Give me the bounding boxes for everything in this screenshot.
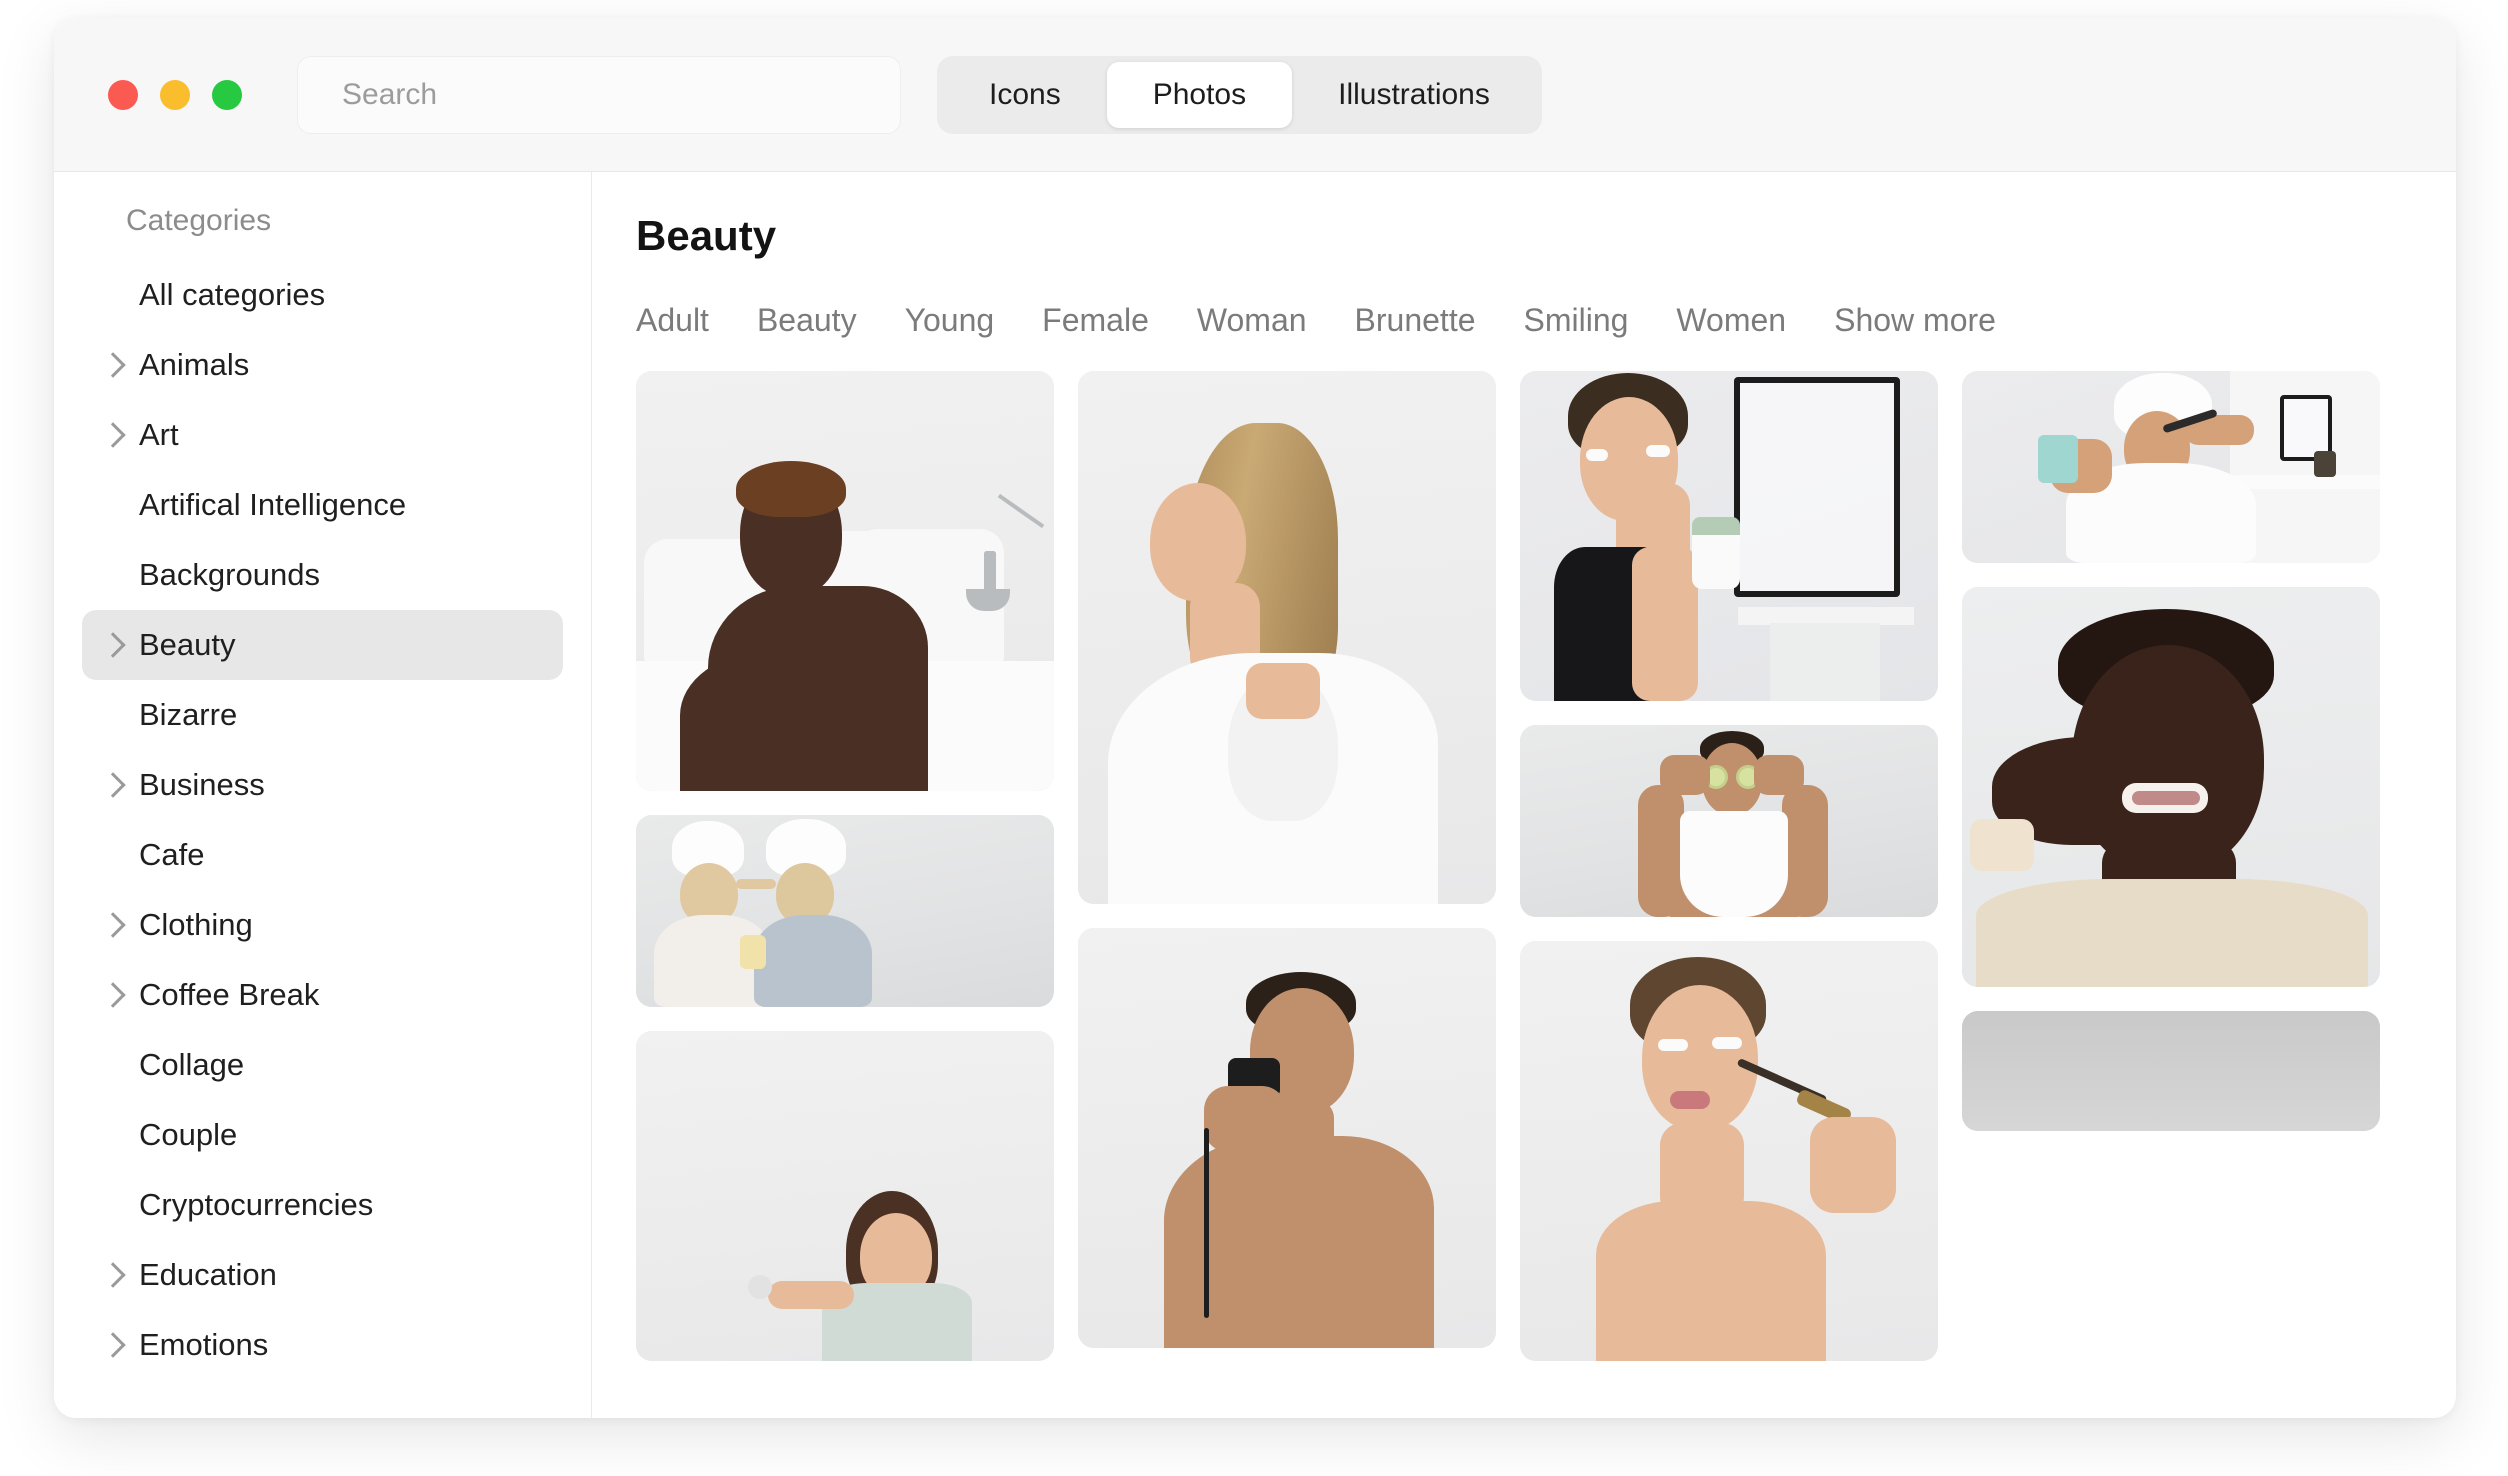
sidebar-item-cafe[interactable]: Cafe — [82, 820, 563, 890]
content-type-segmented-control: Icons Photos Illustrations — [937, 55, 1542, 134]
sidebar-item-label: Animals — [139, 347, 250, 382]
photo-card[interactable] — [1520, 725, 1938, 917]
chevron-right-icon — [100, 352, 126, 378]
photo-thumbnail — [636, 371, 1054, 791]
photo-thumbnail — [1962, 587, 2380, 987]
show-more-tags-link[interactable]: Show more — [1834, 302, 1996, 339]
photo-thumbnail — [1520, 941, 1938, 1361]
tag-smiling[interactable]: Smiling — [1524, 302, 1629, 339]
photo-card[interactable] — [1078, 928, 1496, 1348]
tag-filter-row: Adult Beauty Young Female Woman Brunette… — [636, 302, 2456, 339]
sidebar-item-label: Bizarre — [139, 697, 238, 732]
tag-young[interactable]: Young — [905, 302, 995, 339]
sidebar-item-clothing[interactable]: Clothing — [82, 890, 563, 960]
sidebar: Categories All categories Animals Art Ar… — [54, 172, 592, 1418]
photo-thumbnail — [1962, 371, 2380, 563]
sidebar-item-label: Emotions — [139, 1327, 269, 1362]
body: Categories All categories Animals Art Ar… — [54, 172, 2456, 1418]
photo-grid — [636, 371, 2456, 1371]
sidebar-item-label: Collage — [139, 1047, 245, 1082]
photo-thumbnail — [636, 1031, 1054, 1361]
chevron-right-icon — [100, 422, 126, 448]
sidebar-item-all-categories[interactable]: All categories — [82, 260, 563, 330]
sidebar-item-label: All categories — [139, 277, 326, 312]
sidebar-item-label: Business — [139, 767, 265, 802]
sidebar-item-collage[interactable]: Collage — [82, 1030, 563, 1100]
tag-female[interactable]: Female — [1042, 302, 1149, 339]
photo-card[interactable] — [636, 371, 1054, 791]
photo-thumbnail — [1962, 1011, 2380, 1131]
sidebar-item-label: Beauty — [139, 627, 236, 662]
photo-thumbnail — [1078, 928, 1496, 1348]
tag-brunette[interactable]: Brunette — [1355, 302, 1476, 339]
sidebar-heading: Categories — [126, 204, 272, 237]
photo-card[interactable] — [1520, 371, 1938, 701]
sidebar-item-couple[interactable]: Couple — [82, 1100, 563, 1170]
chevron-right-icon — [100, 632, 126, 658]
sidebar-item-artifical-intelligence[interactable]: Artifical Intelligence — [82, 470, 563, 540]
chevron-right-icon — [100, 1262, 126, 1288]
sidebar-item-label: Clothing — [139, 907, 253, 942]
tab-illustrations[interactable]: Illustrations — [1292, 62, 1536, 128]
sidebar-item-label: Artifical Intelligence — [139, 487, 407, 522]
search-input[interactable] — [342, 77, 900, 112]
sidebar-item-label: Coffee Break — [139, 977, 320, 1012]
sidebar-item-label: Art — [139, 417, 179, 452]
photo-card[interactable] — [1078, 371, 1496, 904]
maximize-window-button[interactable] — [212, 79, 242, 110]
photo-card[interactable] — [1962, 587, 2380, 987]
photo-thumbnail — [1520, 725, 1938, 917]
sidebar-item-cryptocurrencies[interactable]: Cryptocurrencies — [82, 1170, 563, 1240]
sidebar-item-bizarre[interactable]: Bizarre — [82, 680, 563, 750]
photo-card[interactable] — [636, 1031, 1054, 1361]
page-title: Beauty — [636, 212, 777, 259]
sidebar-item-label: Education — [139, 1257, 277, 1292]
tag-woman[interactable]: Woman — [1197, 302, 1307, 339]
photo-grid-column — [1078, 371, 1496, 1371]
tag-adult[interactable]: Adult — [636, 302, 709, 339]
photo-grid-column — [1962, 371, 2380, 1371]
chevron-right-icon — [100, 982, 126, 1008]
photo-thumbnail — [1520, 371, 1938, 701]
chevron-right-icon — [100, 1332, 126, 1358]
photo-card[interactable] — [1962, 1011, 2380, 1131]
sidebar-item-label: Cafe — [139, 837, 205, 872]
sidebar-item-beauty[interactable]: Beauty — [82, 610, 563, 680]
sidebar-item-coffee-break[interactable]: Coffee Break — [82, 960, 563, 1030]
main-content: Beauty Adult Beauty Young Female Woman B… — [592, 172, 2456, 1418]
sidebar-item-art[interactable]: Art — [82, 400, 563, 470]
photo-card[interactable] — [1962, 371, 2380, 563]
sidebar-item-label: Backgrounds — [139, 557, 320, 592]
app-window: Icons Photos Illustrations Categories Al… — [54, 18, 2456, 1418]
toolbar: Icons Photos Illustrations — [54, 18, 2456, 172]
photo-thumbnail — [1078, 371, 1496, 904]
sidebar-item-label: Couple — [139, 1117, 238, 1152]
tag-beauty[interactable]: Beauty — [757, 302, 857, 339]
sidebar-item-emotions[interactable]: Emotions — [82, 1310, 563, 1380]
tab-icons[interactable]: Icons — [943, 62, 1107, 128]
search-box[interactable] — [297, 55, 901, 134]
sidebar-item-animals[interactable]: Animals — [82, 330, 563, 400]
traffic-lights — [108, 79, 242, 110]
close-window-button[interactable] — [108, 79, 138, 110]
photo-grid-column — [1520, 371, 1938, 1371]
minimize-window-button[interactable] — [160, 79, 190, 110]
sidebar-item-backgrounds[interactable]: Backgrounds — [82, 540, 563, 610]
photo-grid-column — [636, 371, 1054, 1371]
sidebar-item-label: Cryptocurrencies — [139, 1187, 374, 1222]
tag-women[interactable]: Women — [1676, 302, 1786, 339]
sidebar-item-business[interactable]: Business — [82, 750, 563, 820]
photo-card[interactable] — [1520, 941, 1938, 1361]
chevron-right-icon — [100, 772, 126, 798]
photo-card[interactable] — [636, 815, 1054, 1007]
sidebar-item-education[interactable]: Education — [82, 1240, 563, 1310]
tab-photos[interactable]: Photos — [1106, 61, 1293, 128]
photo-thumbnail — [636, 815, 1054, 1007]
chevron-right-icon — [100, 912, 126, 938]
